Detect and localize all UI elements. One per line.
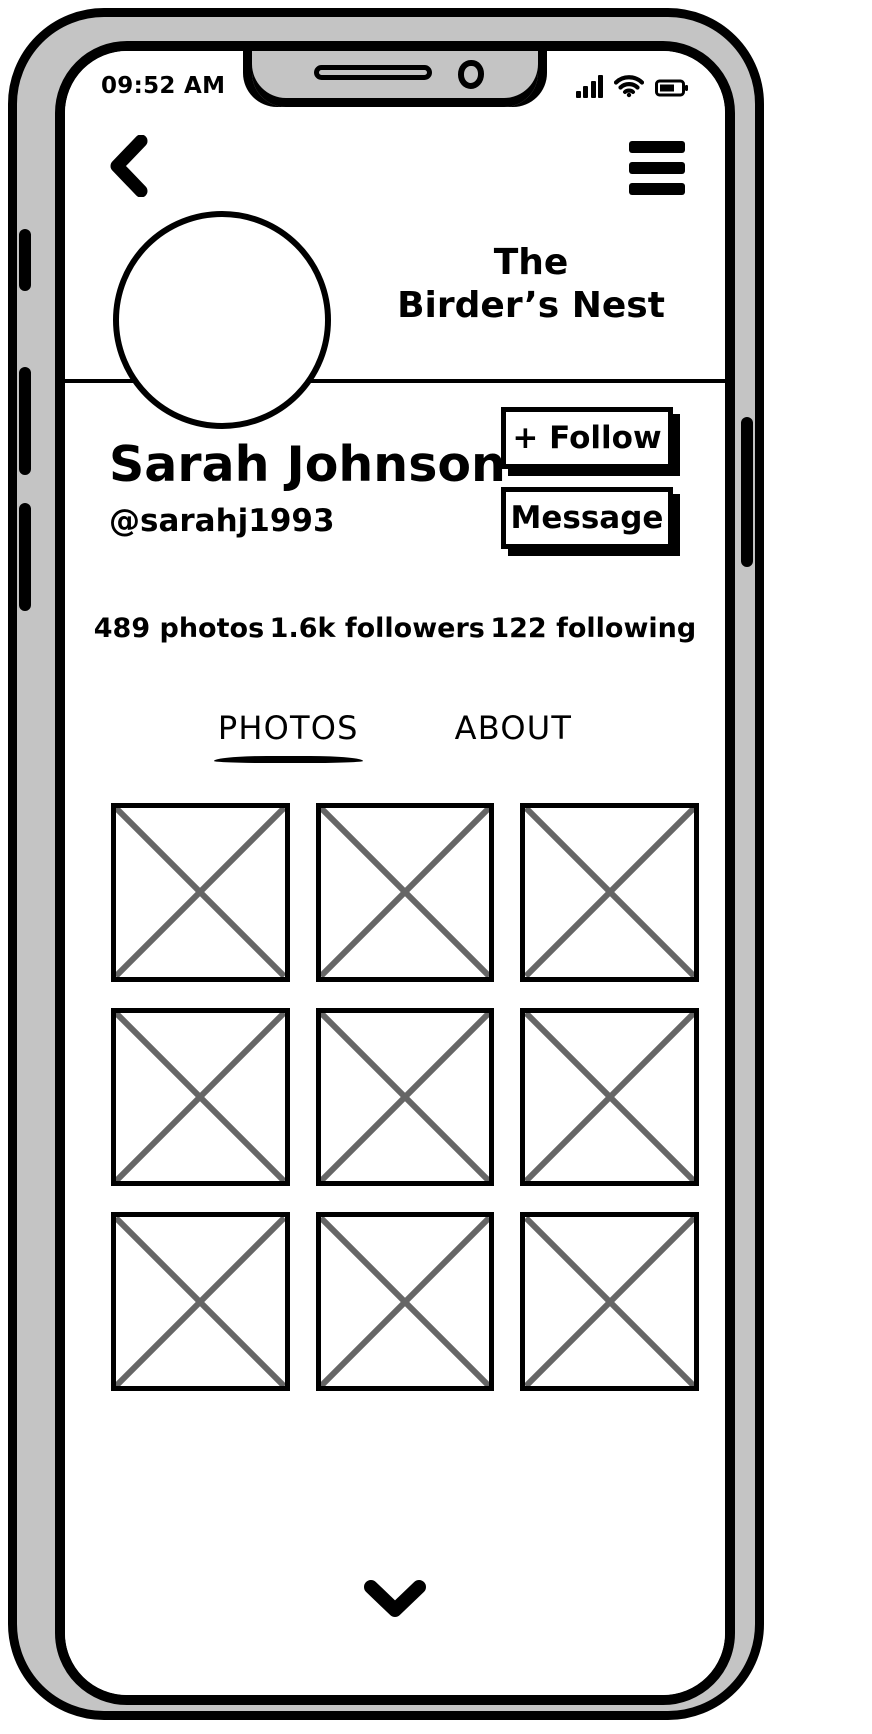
status-icons (575, 74, 690, 98)
volume-down-button[interactable] (19, 503, 31, 611)
stat-following[interactable]: 122 following (490, 613, 696, 644)
follow-button[interactable]: + Follow (501, 407, 673, 469)
photo-cell[interactable] (111, 803, 290, 982)
stat-photos[interactable]: 489 photos (94, 613, 264, 644)
chevron-down-icon (364, 1580, 426, 1617)
tab-photos[interactable]: PHOTOS (213, 709, 363, 763)
status-bar: 09:52 AM (65, 65, 725, 107)
photo-cell[interactable] (111, 1212, 290, 1391)
phone-frame: 09:52 AM The Birder’s Nest Sarah Johnson… (8, 8, 764, 1720)
chevron-left-icon (110, 134, 148, 198)
status-time: 09:52 AM (101, 73, 226, 99)
photo-cell[interactable] (520, 803, 699, 982)
page-title: The Birder’s Nest (397, 242, 665, 327)
battery-icon (655, 79, 688, 97)
power-button[interactable] (741, 417, 753, 567)
photo-cell[interactable] (315, 1007, 495, 1187)
profile-stats-row: 489 photos 1.6k followers 122 following (65, 613, 725, 644)
hamburger-menu-icon[interactable] (629, 141, 685, 195)
scroll-down-button[interactable] (364, 1579, 426, 1623)
back-button[interactable] (105, 134, 153, 201)
tab-about[interactable]: ABOUT (455, 709, 572, 763)
photo-cell[interactable] (315, 1212, 495, 1392)
app-screen: 09:52 AM The Birder’s Nest Sarah Johnson… (65, 51, 725, 1695)
phone-bezel: 09:52 AM The Birder’s Nest Sarah Johnson… (55, 41, 735, 1705)
silent-switch[interactable] (19, 229, 31, 291)
photo-cell[interactable] (520, 1007, 699, 1187)
photo-grid (111, 803, 699, 1392)
message-button[interactable]: Message (501, 487, 673, 549)
avatar[interactable] (113, 211, 331, 429)
tab-bar: PHOTOS ABOUT (65, 709, 725, 763)
signal-bars-icon (575, 75, 603, 98)
stat-followers[interactable]: 1.6k followers (270, 613, 485, 644)
volume-up-button[interactable] (19, 367, 31, 475)
photo-cell[interactable] (315, 803, 495, 982)
wifi-icon (614, 75, 644, 98)
photo-cell[interactable] (520, 1212, 699, 1392)
photo-cell[interactable] (111, 1007, 290, 1187)
top-navigation-bar (65, 129, 725, 207)
